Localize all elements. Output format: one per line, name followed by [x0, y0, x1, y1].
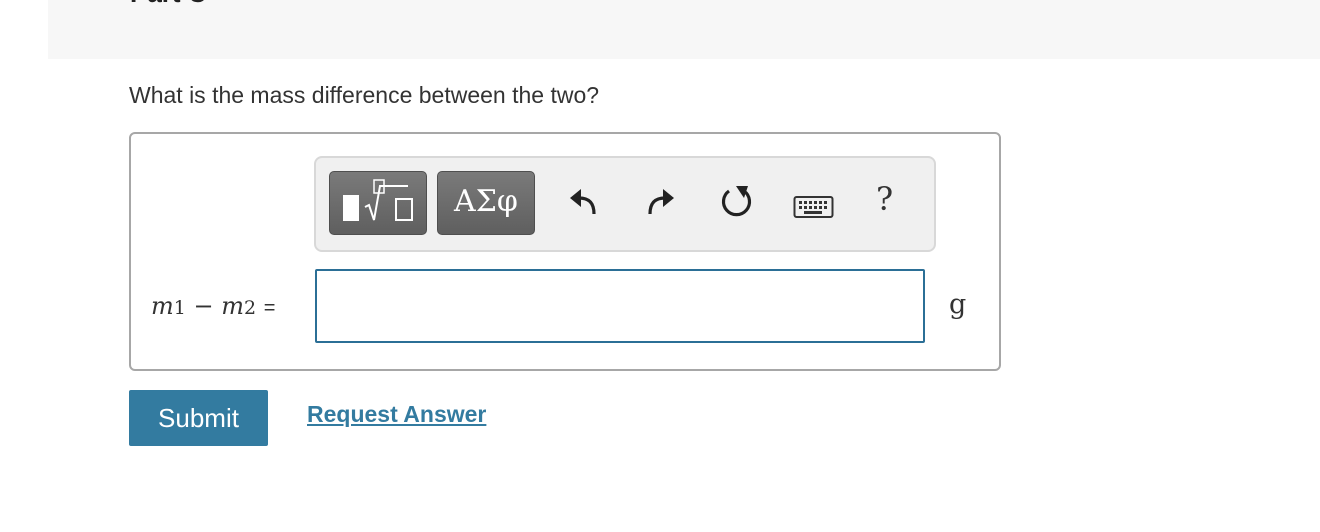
help-button[interactable]: ? [876, 180, 893, 218]
submit-button[interactable]: Submit [129, 390, 268, 446]
unit-label: g [949, 289, 967, 320]
minus-sign: − [193, 292, 214, 320]
equation-label: m1 − m2 = [151, 292, 275, 320]
templates-icon [343, 179, 413, 221]
answer-box: ΑΣφ ? m1 − m2 = g [129, 132, 1001, 371]
answer-input[interactable] [315, 269, 925, 343]
subscript-1: 1 [173, 297, 186, 319]
keyboard-icon[interactable] [793, 195, 835, 219]
variable-m1: m [151, 292, 174, 320]
part-header: Part C [48, 0, 1320, 59]
variable-m2: m [221, 292, 245, 320]
part-title: Part C [130, 0, 207, 9]
undo-icon[interactable] [566, 184, 602, 220]
subscript-2: 2 [244, 297, 257, 319]
templates-button[interactable] [329, 171, 427, 235]
greek-symbols-label: ΑΣφ [454, 184, 518, 219]
reset-icon[interactable] [717, 182, 757, 222]
math-toolbar: ΑΣφ ? [314, 156, 936, 252]
greek-symbols-button[interactable]: ΑΣφ [437, 171, 535, 235]
question-text: What is the mass difference between the … [129, 82, 600, 108]
request-answer-link[interactable]: Request Answer [307, 401, 486, 428]
equals-sign: = [263, 297, 276, 319]
redo-icon[interactable] [642, 184, 678, 220]
